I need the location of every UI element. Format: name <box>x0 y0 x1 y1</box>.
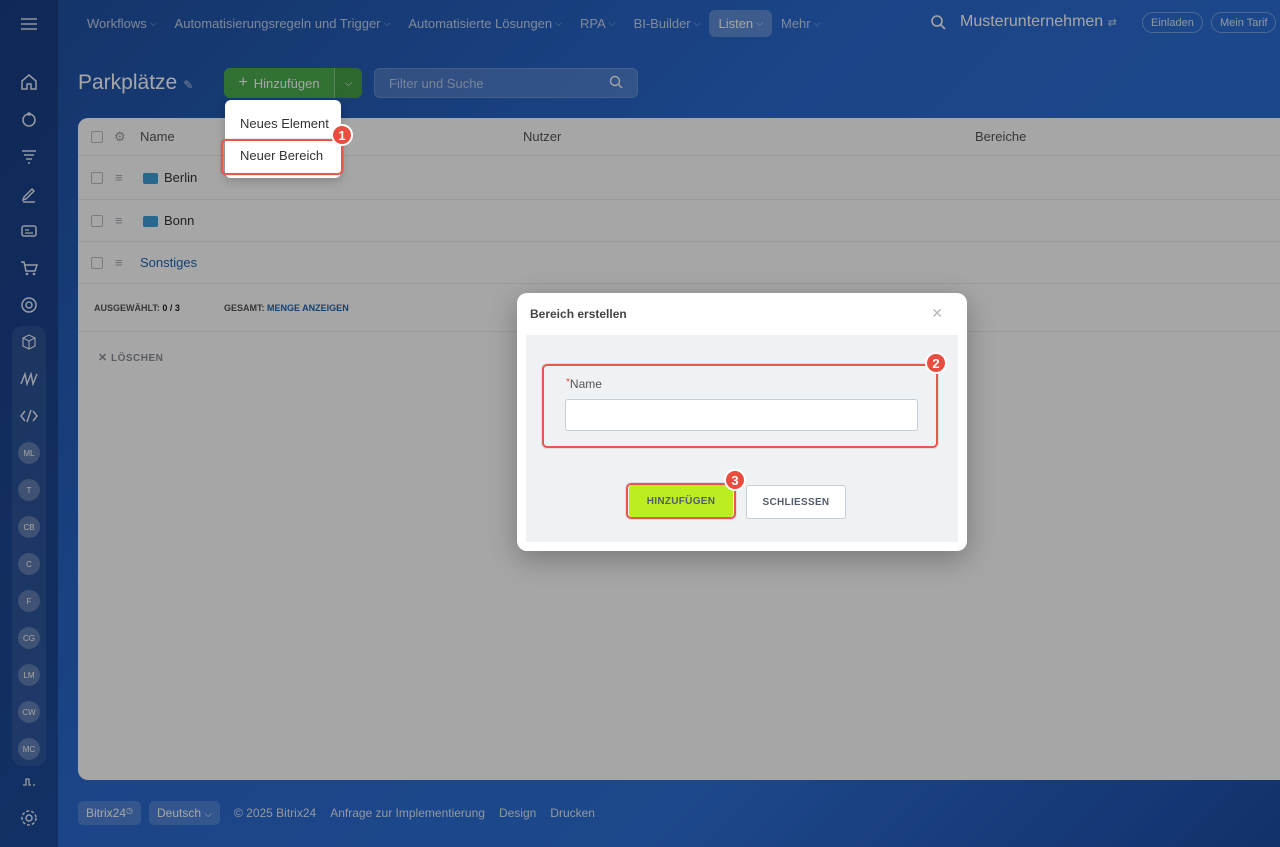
step-badge-2: 2 <box>925 352 947 374</box>
highlight-name-field <box>542 364 938 448</box>
step-badge-3: 3 <box>724 469 746 491</box>
close-icon[interactable]: ✕ <box>931 305 943 322</box>
menu-item-new-element[interactable]: Neues Element <box>240 116 329 131</box>
close-dialog-button[interactable]: SCHLIESSEN <box>746 485 846 519</box>
highlight-new-section <box>221 139 343 175</box>
step-badge-1: 1 <box>331 124 353 146</box>
dialog-title: Bereich erstellen <box>530 307 627 321</box>
highlight-add-button <box>626 483 736 519</box>
